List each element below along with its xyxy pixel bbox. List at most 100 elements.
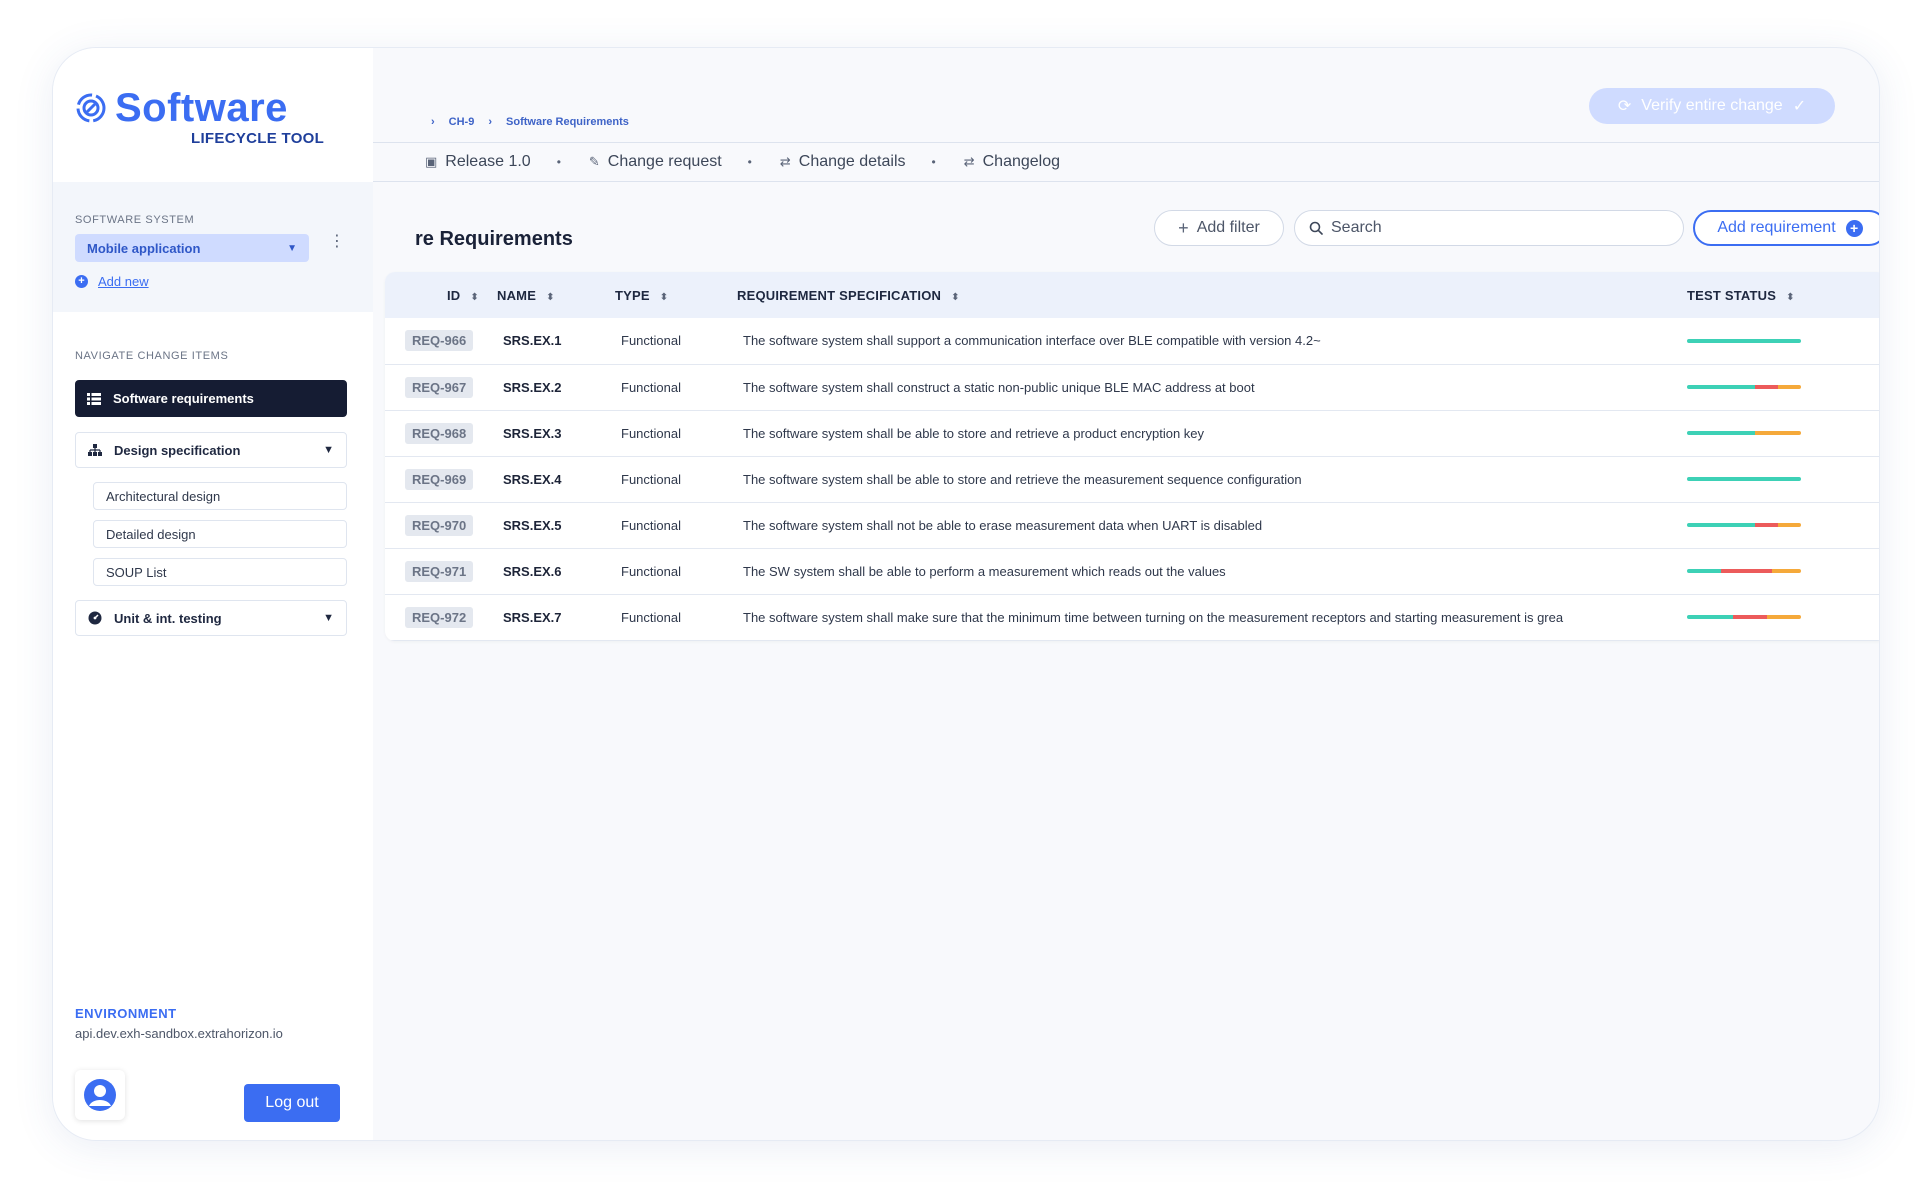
cell-test-status [1687, 456, 1879, 502]
add-new-system-link[interactable]: + Add new [75, 274, 149, 289]
tab-change-details[interactable]: ⇄ Change details [774, 153, 912, 171]
table-body: REQ-966 SRS.EX.1 Functional The software… [385, 318, 1879, 640]
cell-type: Functional [621, 471, 681, 487]
refresh-icon: ⟳ [1617, 98, 1632, 115]
cell-test-status [1687, 410, 1879, 456]
test-status-bar[interactable] [1687, 477, 1801, 481]
requirements-table: ID ⬍ NAME ⬍ TYPE ⬍ REQUIREMENT SPECIFICATIO… [385, 272, 1879, 641]
table-row[interactable]: REQ-968 SRS.EX.3 Functional The software… [385, 410, 1879, 456]
sidebar-item-soup-list[interactable]: SOUP List [93, 558, 347, 586]
test-status-fail-segment [1755, 523, 1779, 527]
id-badge: REQ-972 [405, 606, 474, 628]
test-status-pass-segment [1687, 431, 1756, 435]
caret-down-icon: ▼ [323, 444, 334, 456]
separator-dot: • [747, 155, 752, 169]
sort-icon[interactable]: ⬍ [470, 292, 479, 303]
search-input[interactable] [1331, 219, 1651, 237]
column-header-type[interactable]: TYPE ⬍ [615, 272, 737, 318]
cell-type: Functional [621, 379, 681, 395]
cell-name: SRS.EX.2 [503, 379, 562, 395]
environment-label: ENVIRONMENT [75, 1006, 177, 1021]
cell-spec: The software system shall support a comm… [743, 333, 1321, 349]
tab-label: Change request [607, 153, 722, 170]
tab-label: Changelog [982, 153, 1061, 170]
cell-spec: The software system shall construct a st… [743, 379, 1255, 395]
column-label: NAME [497, 287, 537, 303]
cell-name: SRS.EX.3 [503, 425, 562, 441]
software-system-select[interactable]: Mobile application ▼ [75, 234, 309, 262]
cell-test-status [1687, 318, 1879, 364]
sidebar-group-unit-testing[interactable]: Unit & int. testing ▼ [75, 600, 347, 636]
table-row[interactable]: REQ-967 SRS.EX.2 Functional The software… [385, 364, 1879, 410]
test-status-pass-segment [1687, 385, 1756, 389]
verify-entire-change-button[interactable]: ⟳ Verify entire change ✓ [1589, 88, 1835, 124]
cell-type: Functional [621, 609, 681, 625]
column-header-test-status[interactable]: TEST STATUS ⬍ [1687, 272, 1879, 318]
avatar[interactable] [75, 1070, 125, 1120]
test-status-fail-segment [1755, 385, 1779, 389]
cell-id: REQ-968 [385, 410, 497, 456]
separator-dot: • [931, 155, 936, 169]
add-filter-button[interactable]: + Add filter [1154, 210, 1284, 246]
environment-value: api.dev.exh-sandbox.extrahorizon.io [75, 1026, 283, 1041]
cell-spec: The software system shall not be able to… [743, 517, 1263, 533]
sidebar-group-design-specification[interactable]: Design specification ▼ [75, 432, 347, 468]
table-row[interactable]: REQ-972 SRS.EX.7 Functional The software… [385, 594, 1879, 640]
software-system-label: SOFTWARE SYSTEM [75, 214, 195, 226]
cell-id: REQ-971 [385, 548, 497, 594]
test-status-pending-segment [1755, 431, 1801, 435]
test-status-pass-segment [1687, 615, 1733, 619]
tab-changelog[interactable]: ⇄ Changelog [958, 153, 1066, 171]
cell-id: REQ-967 [385, 364, 497, 410]
test-status-bar[interactable] [1687, 523, 1801, 527]
test-status-pass-segment [1687, 477, 1801, 481]
column-header-id[interactable]: ID ⬍ [385, 272, 497, 318]
cell-test-status [1687, 594, 1879, 640]
breadcrumb-item-change[interactable]: CH-9 [449, 116, 475, 128]
more-options-icon[interactable]: ⋮ [329, 234, 345, 250]
add-requirement-button[interactable]: Add requirement + [1693, 210, 1879, 246]
id-badge: REQ-969 [405, 468, 474, 490]
column-header-name[interactable]: NAME ⬍ [497, 272, 615, 318]
sidebar-item-label: Software requirements [113, 391, 254, 406]
table-row[interactable]: REQ-970 SRS.EX.5 Functional The software… [385, 502, 1879, 548]
test-status-fail-segment [1721, 569, 1773, 573]
tab-release[interactable]: ▣ Release 1.0 [419, 153, 537, 171]
navigate-change-items-label: NAVIGATE CHANGE ITEMS [75, 350, 229, 362]
sidebar-item-software-requirements[interactable]: Software requirements [75, 380, 347, 417]
logo-subtitle: LIFECYCLE TOOL [191, 130, 325, 147]
logout-button[interactable]: Log out [244, 1084, 340, 1122]
swap-icon: ⇄ [779, 154, 791, 169]
breadcrumb-item-current[interactable]: Software Requirements [506, 116, 629, 128]
cell-test-status [1687, 502, 1879, 548]
cell-type: Functional [621, 563, 681, 579]
sort-icon[interactable]: ⬍ [1786, 292, 1795, 303]
sort-icon[interactable]: ⬍ [546, 292, 555, 303]
tab-change-request[interactable]: ✎ Change request [583, 153, 728, 171]
cell-type: Functional [621, 517, 681, 533]
separator-dot: • [556, 155, 561, 169]
test-status-bar[interactable] [1687, 569, 1801, 573]
logo-wordmark: Software [115, 86, 288, 130]
test-status-bar[interactable] [1687, 431, 1801, 435]
chevron-right-icon: › [431, 116, 435, 128]
sort-icon[interactable]: ⬍ [660, 292, 669, 303]
id-badge: REQ-970 [405, 514, 474, 536]
sidebar-item-architectural-design[interactable]: Architectural design [93, 482, 347, 510]
breadcrumb: › CH-9 › Software Requirements [431, 116, 629, 128]
user-icon [84, 1079, 116, 1111]
swap-icon: ⇄ [963, 154, 975, 169]
table-row[interactable]: REQ-971 SRS.EX.6 Functional The SW syste… [385, 548, 1879, 594]
test-status-bar[interactable] [1687, 615, 1801, 619]
test-status-bar[interactable] [1687, 385, 1801, 389]
table-row[interactable]: REQ-966 SRS.EX.1 Functional The software… [385, 318, 1879, 364]
cell-spec: The software system shall be able to sto… [743, 425, 1205, 441]
sort-icon[interactable]: ⬍ [951, 292, 960, 303]
app-window: › CH-9 › Software Requirements ⟳ Verify … [52, 47, 1880, 1141]
test-status-bar[interactable] [1687, 338, 1801, 343]
page-title: re Requirements [415, 228, 573, 250]
table-row[interactable]: REQ-969 SRS.EX.4 Functional The software… [385, 456, 1879, 502]
column-header-spec[interactable]: REQUIREMENT SPECIFICATION ⬍ [737, 272, 1687, 318]
cell-name: SRS.EX.1 [503, 333, 562, 349]
sidebar-item-detailed-design[interactable]: Detailed design [93, 520, 347, 548]
